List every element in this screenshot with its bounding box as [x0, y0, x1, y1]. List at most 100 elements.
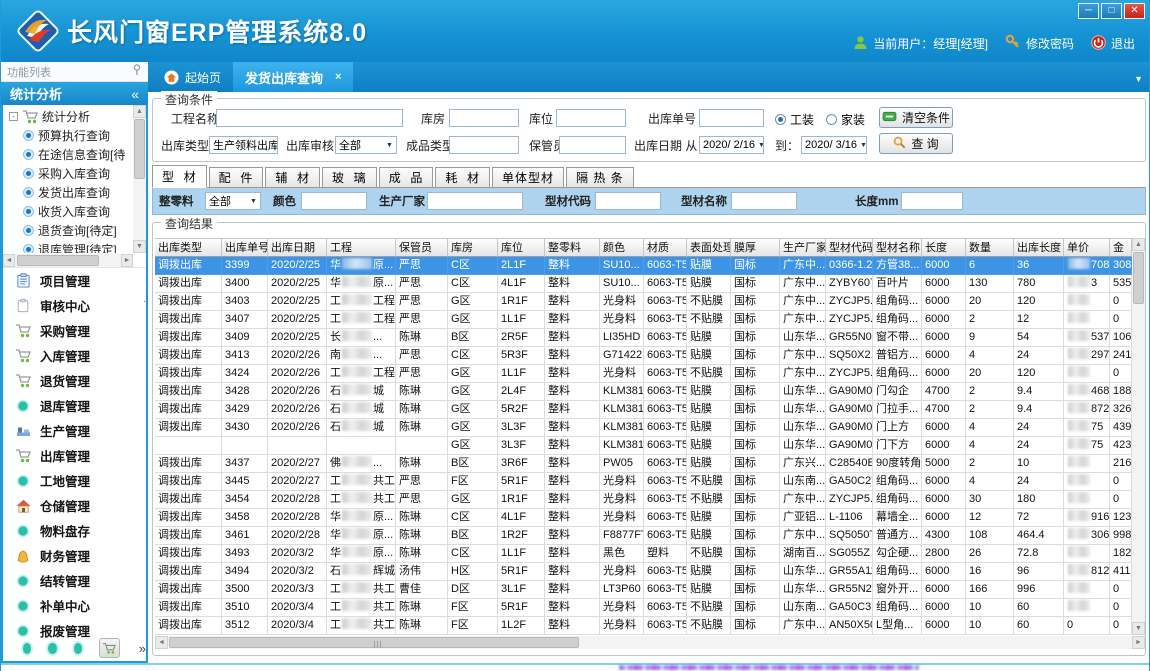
material-tab-1[interactable]: 型 材 — [152, 165, 207, 188]
sidebar-item-采购管理[interactable]: 采购管理 — [3, 318, 146, 343]
sidebar-item-物料盘存[interactable]: 物料盘存 — [3, 518, 146, 543]
tree-item[interactable]: 采购入库查询 — [3, 164, 133, 183]
table-row[interactable]: 调拨出库34452020/2/27工共工程严思F区5R1F整料光身料6063-T… — [155, 473, 1145, 491]
column-header[interactable]: 长度 — [922, 238, 966, 257]
sidebar-item-项目管理[interactable]: 项目管理 — [3, 268, 146, 293]
column-header[interactable]: 库位 — [498, 238, 545, 257]
keeper-input[interactable] — [559, 136, 626, 154]
tree-item[interactable]: 在途信息查询[待 — [3, 145, 133, 164]
pin-icon[interactable] — [132, 64, 142, 79]
column-header[interactable]: 型材代码 — [826, 238, 873, 257]
project-name-input[interactable] — [216, 109, 403, 127]
date-to-picker[interactable]: 2020/ 3/16▼ — [801, 136, 867, 154]
length-input[interactable] — [901, 192, 963, 210]
material-tab-5[interactable]: 成 品 — [379, 167, 434, 187]
table-row[interactable]: 调拨出库34942020/3/2石辉城汤伟H区5R1F整料光身料6063-T5贴… — [155, 563, 1145, 581]
table-row[interactable]: 调拨出库34582020/2/28华原...陈琳C区4L1F整料光身料6063-… — [155, 509, 1145, 527]
table-horizontal-scrollbar[interactable]: ◄ ► — [155, 636, 1145, 649]
sidebar-item-补单中心[interactable]: 补单中心 — [3, 593, 146, 618]
maker-input[interactable] — [427, 192, 523, 210]
table-row[interactable]: 调拨出库34132020/2/26南...严思C区5R3F整料G71422606… — [155, 347, 1145, 365]
column-header[interactable]: 表面处理 — [687, 238, 731, 257]
tree-item[interactable]: 收货入库查询 — [3, 202, 133, 221]
tab-起始页[interactable]: 起始页 — [152, 62, 233, 92]
change-password-button[interactable]: 修改密码 — [1005, 34, 1074, 53]
more-modules-button[interactable]: » — [139, 641, 146, 656]
minimize-button[interactable]: ─ — [1078, 3, 1099, 19]
column-header[interactable]: 出库单号 — [222, 238, 268, 257]
sidebar-item-审核中心[interactable]: 审核中心 — [3, 293, 146, 318]
sidebar-item-退货管理[interactable]: 退货管理 — [3, 368, 146, 393]
scroll-left-icon[interactable]: ◄ — [3, 254, 15, 267]
jiazhuang-radio[interactable] — [826, 114, 837, 125]
tab-发货出库查询[interactable]: 发货出库查询× — [233, 62, 353, 92]
sidebar-section-header[interactable]: 统计分析 « — [1, 82, 148, 105]
name-input[interactable] — [731, 192, 797, 210]
table-row[interactable]: 调拨出库34932020/3/2华原...陈琳C区1L1F整料黑色塑料不贴膜国标… — [155, 545, 1145, 563]
scroll-up-icon[interactable]: ▲ — [133, 105, 146, 118]
material-tab-3[interactable]: 辅 材 — [265, 167, 320, 187]
sidebar-item-仓储管理[interactable]: 仓储管理 — [3, 493, 146, 518]
tree-item[interactable]: 发货出库查询 — [3, 183, 133, 202]
order-no-input[interactable] — [699, 109, 764, 127]
out-type-select[interactable]: 生产领料出库▼ — [209, 136, 278, 154]
column-header[interactable]: 生产厂家 — [780, 238, 826, 257]
tree-item[interactable]: 预算执行查询 — [3, 126, 133, 145]
column-header[interactable]: 金 — [1110, 238, 1132, 257]
material-tab-4[interactable]: 玻 璃 — [322, 167, 377, 187]
table-row[interactable]: 调拨出库34292020/2/26石城陈琳G区5R2F整料KLM38176063… — [155, 401, 1145, 419]
column-header[interactable]: 数量 — [966, 238, 1014, 257]
table-row[interactable]: 调拨出库35122020/3/4工共工程陈琳F区1L2F整料光身料6063-T5… — [155, 617, 1145, 635]
color-input[interactable] — [301, 192, 367, 210]
sidebar-item-财务管理[interactable]: 财务管理 — [3, 543, 146, 568]
table-row[interactable]: 调拨出库34002020/2/25华原...严思C区4L1F整料SU10...6… — [155, 275, 1145, 293]
product-type-input[interactable] — [449, 136, 519, 154]
tree-item[interactable]: 退库管理[待定] — [3, 240, 133, 253]
table-row[interactable]: 调拨出库34282020/2/26石城陈琳G区2L4F整料KLM38176063… — [155, 383, 1145, 401]
module-dot-icon[interactable] — [74, 643, 82, 654]
sidebar-item-生产管理[interactable]: 生产管理 — [3, 418, 146, 443]
warehouse-input[interactable] — [449, 109, 519, 127]
column-header[interactable]: 出库日期 — [268, 238, 327, 257]
column-header[interactable]: 工程 — [327, 238, 396, 257]
table-row[interactable]: 调拨出库35102020/3/4工共工程陈琳F区5R1F整料光身料6063-T5… — [155, 599, 1145, 617]
collapse-icon[interactable]: « — [131, 86, 139, 102]
table-row[interactable]: 调拨出库34302020/2/26石城陈琳G区3L3F整料KLM38176063… — [155, 419, 1145, 437]
table-row[interactable]: 调拨出库34092020/2/25长...陈琳B区2R5F整料LI35HD606… — [155, 329, 1145, 347]
sidebar-item-结转管理[interactable]: 结转管理 — [3, 568, 146, 593]
module-dot-icon[interactable] — [23, 643, 31, 654]
material-tab-7[interactable]: 单体型材 — [492, 167, 564, 187]
table-row[interactable]: 调拨出库34072020/2/25工工程严思G区1L1F整料光身料6063-T5… — [155, 311, 1145, 329]
material-tab-8[interactable]: 隔 热 条 — [566, 167, 634, 187]
sidebar-item-工地管理[interactable]: 工地管理 — [3, 468, 146, 493]
cart-module-button[interactable] — [99, 638, 120, 658]
table-row[interactable]: 调拨出库34372020/2/27佛...陈琳B区3R6F整料PW056063-… — [155, 455, 1145, 473]
table-row[interactable]: G区3L3F整料KLM38176063-T5贴膜国标山东华...GA90M09.… — [155, 437, 1145, 455]
column-header[interactable]: 型材名称 — [873, 238, 922, 257]
scroll-down-icon[interactable]: ▼ — [1132, 622, 1145, 635]
audit-select[interactable]: 全部▼ — [335, 136, 397, 154]
date-from-picker[interactable]: 2020/ 2/16▼ — [699, 136, 764, 154]
table-row[interactable]: 调拨出库34242020/2/26工工程严思G区1L1F整料光身料6063-T5… — [155, 365, 1145, 383]
column-header[interactable]: 颜色 — [600, 238, 644, 257]
sidebar-item-退库管理[interactable]: 退库管理 — [3, 393, 146, 418]
sidebar-item-入库管理[interactable]: 入库管理 — [3, 343, 146, 368]
clear-conditions-button[interactable]: 清空条件 — [879, 107, 953, 128]
table-row[interactable]: 调拨出库34542020/2/28工共工程严思G区1R1F整料光身料6063-T… — [155, 491, 1145, 509]
column-header[interactable]: 膜厚 — [731, 238, 780, 257]
logout-button[interactable]: 退出 — [1091, 35, 1135, 53]
scroll-up-icon[interactable]: ▲ — [1132, 238, 1145, 251]
tab-close-icon[interactable]: × — [335, 71, 341, 83]
sidebar-item-出库管理[interactable]: 出库管理 — [3, 443, 146, 468]
column-header[interactable]: 保管员 — [396, 238, 448, 257]
tree-horizontal-scrollbar[interactable]: ◄ ► — [3, 254, 133, 267]
table-row[interactable]: 调拨出库35002020/3/3工共工程曹佳D区3L1F整料LT3P606063… — [155, 581, 1145, 599]
table-row[interactable]: 调拨出库34612020/2/28华原...陈琳B区1R2F整料F8877FT6… — [155, 527, 1145, 545]
column-header[interactable]: 出库类型 — [155, 238, 222, 257]
material-tab-6[interactable]: 耗 材 — [435, 167, 490, 187]
table-vertical-scrollbar[interactable]: ▲ ▼ — [1132, 238, 1145, 635]
whole-piece-select[interactable]: 全部▼ — [205, 192, 261, 210]
tree-root[interactable]: -统计分析 — [3, 107, 133, 126]
gongzhuang-radio[interactable] — [775, 114, 786, 125]
search-button[interactable]: 查 询 — [879, 133, 953, 154]
